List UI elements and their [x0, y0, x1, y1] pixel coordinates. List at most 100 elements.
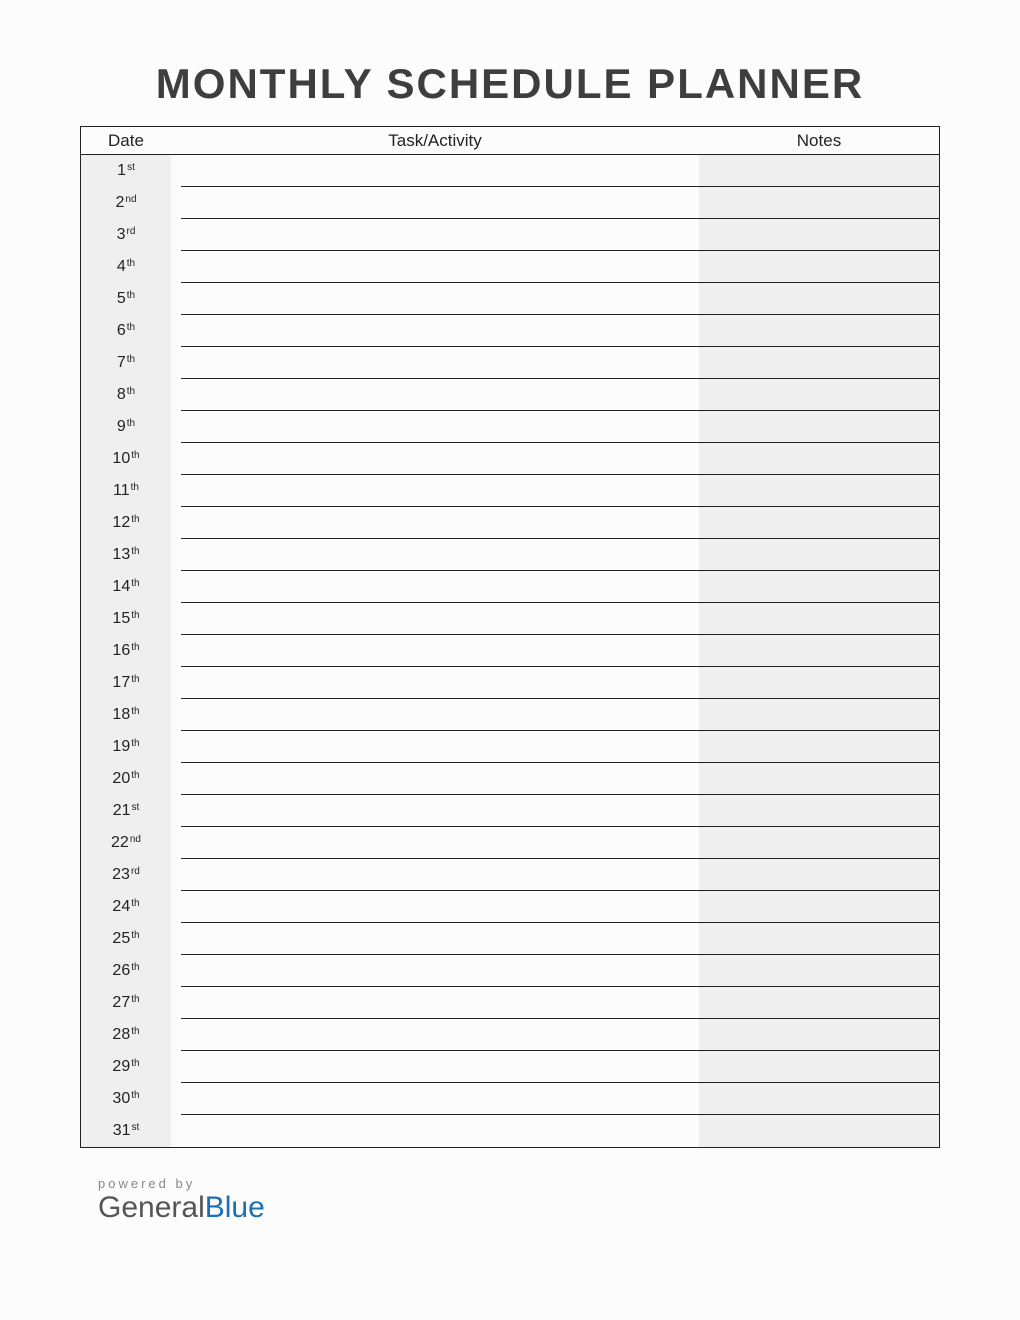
- task-cell[interactable]: [171, 667, 699, 699]
- task-cell[interactable]: [171, 1115, 699, 1147]
- notes-cell[interactable]: [699, 507, 939, 539]
- task-cell[interactable]: [171, 443, 699, 475]
- task-cell[interactable]: [171, 891, 699, 923]
- notes-cell[interactable]: [699, 443, 939, 475]
- task-cell[interactable]: [171, 603, 699, 635]
- column-header-task: Task/Activity: [171, 131, 699, 151]
- task-cell[interactable]: [171, 795, 699, 827]
- day-number: 15: [112, 610, 130, 628]
- date-cell: 6th: [81, 315, 171, 347]
- day-ordinal: st: [132, 802, 140, 813]
- task-cell[interactable]: [171, 827, 699, 859]
- task-value: [181, 539, 699, 571]
- notes-cell[interactable]: [699, 827, 939, 859]
- notes-cell[interactable]: [699, 187, 939, 219]
- day-ordinal: th: [127, 386, 135, 397]
- notes-cell[interactable]: [699, 475, 939, 507]
- table-row: 6th: [81, 315, 939, 347]
- day-ordinal: th: [131, 770, 139, 781]
- notes-cell[interactable]: [699, 315, 939, 347]
- column-header-notes: Notes: [699, 131, 939, 151]
- day-number: 12: [112, 514, 130, 532]
- task-cell[interactable]: [171, 763, 699, 795]
- task-value: [181, 859, 699, 891]
- task-cell[interactable]: [171, 859, 699, 891]
- day-number: 18: [112, 706, 130, 724]
- notes-cell[interactable]: [699, 603, 939, 635]
- task-value: [181, 1019, 699, 1051]
- notes-cell[interactable]: [699, 539, 939, 571]
- day-number: 8: [117, 386, 126, 404]
- notes-cell[interactable]: [699, 763, 939, 795]
- task-cell[interactable]: [171, 155, 699, 187]
- notes-cell[interactable]: [699, 859, 939, 891]
- task-cell[interactable]: [171, 219, 699, 251]
- task-cell[interactable]: [171, 1083, 699, 1115]
- notes-cell[interactable]: [699, 731, 939, 763]
- task-cell[interactable]: [171, 955, 699, 987]
- task-cell[interactable]: [171, 475, 699, 507]
- notes-cell[interactable]: [699, 891, 939, 923]
- task-cell[interactable]: [171, 379, 699, 411]
- task-value: [181, 987, 699, 1019]
- task-cell[interactable]: [171, 283, 699, 315]
- notes-cell[interactable]: [699, 219, 939, 251]
- day-number: 6: [117, 322, 126, 340]
- task-cell[interactable]: [171, 987, 699, 1019]
- task-cell[interactable]: [171, 347, 699, 379]
- date-cell: 7th: [81, 347, 171, 379]
- task-value: [181, 379, 699, 411]
- task-value: [181, 507, 699, 539]
- day-ordinal: rd: [127, 226, 136, 237]
- task-cell[interactable]: [171, 187, 699, 219]
- notes-cell[interactable]: [699, 1019, 939, 1051]
- table-row: 7th: [81, 347, 939, 379]
- task-cell[interactable]: [171, 699, 699, 731]
- notes-cell[interactable]: [699, 251, 939, 283]
- task-cell[interactable]: [171, 411, 699, 443]
- day-ordinal: nd: [125, 194, 136, 205]
- footer: powered by GeneralBlue: [80, 1176, 940, 1225]
- notes-cell[interactable]: [699, 955, 939, 987]
- task-cell[interactable]: [171, 539, 699, 571]
- notes-cell[interactable]: [699, 411, 939, 443]
- task-cell[interactable]: [171, 923, 699, 955]
- date-cell: 2nd: [81, 187, 171, 219]
- task-cell[interactable]: [171, 1019, 699, 1051]
- planner-table: Date Task/Activity Notes 1st2nd3rd4th5th…: [80, 126, 940, 1148]
- date-cell: 31st: [81, 1115, 171, 1147]
- day-number: 25: [112, 930, 130, 948]
- day-ordinal: th: [131, 610, 139, 621]
- notes-cell[interactable]: [699, 379, 939, 411]
- notes-cell[interactable]: [699, 699, 939, 731]
- notes-cell[interactable]: [699, 923, 939, 955]
- day-ordinal: th: [127, 354, 135, 365]
- notes-cell[interactable]: [699, 795, 939, 827]
- date-cell: 17th: [81, 667, 171, 699]
- notes-cell[interactable]: [699, 987, 939, 1019]
- table-row: 5th: [81, 283, 939, 315]
- task-value: [181, 1051, 699, 1083]
- notes-cell[interactable]: [699, 1083, 939, 1115]
- task-cell[interactable]: [171, 251, 699, 283]
- notes-cell[interactable]: [699, 1051, 939, 1083]
- task-cell[interactable]: [171, 731, 699, 763]
- task-cell[interactable]: [171, 315, 699, 347]
- notes-cell[interactable]: [699, 571, 939, 603]
- notes-cell[interactable]: [699, 635, 939, 667]
- task-cell[interactable]: [171, 635, 699, 667]
- day-number: 29: [112, 1058, 130, 1076]
- task-cell[interactable]: [171, 571, 699, 603]
- task-cell[interactable]: [171, 507, 699, 539]
- day-ordinal: th: [131, 578, 139, 589]
- task-value: [181, 603, 699, 635]
- notes-cell[interactable]: [699, 1115, 939, 1147]
- notes-cell[interactable]: [699, 283, 939, 315]
- task-value: [181, 635, 699, 667]
- date-cell: 27th: [81, 987, 171, 1019]
- notes-cell[interactable]: [699, 667, 939, 699]
- task-cell[interactable]: [171, 1051, 699, 1083]
- notes-cell[interactable]: [699, 347, 939, 379]
- notes-cell[interactable]: [699, 155, 939, 187]
- day-number: 24: [112, 898, 130, 916]
